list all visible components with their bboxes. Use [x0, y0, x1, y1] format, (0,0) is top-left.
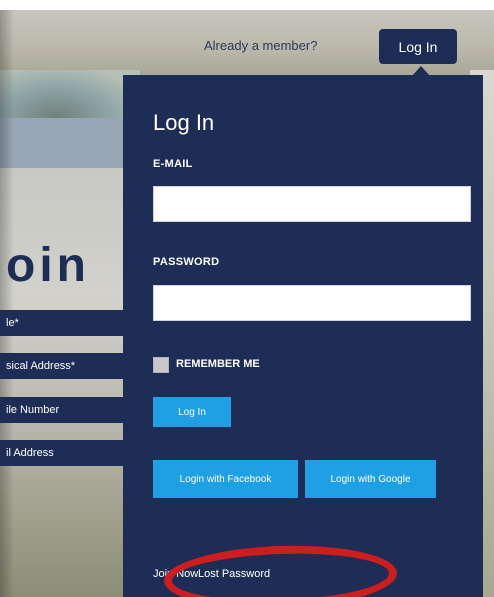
remember-me-label: REMEMBER ME — [176, 358, 260, 370]
mobile-number-field[interactable]: ile Number — [0, 397, 126, 423]
email-label: E-MAIL — [153, 158, 193, 170]
header-login-button[interactable]: Log In — [379, 29, 457, 64]
physical-address-field[interactable]: sical Address* — [0, 353, 126, 379]
password-input[interactable] — [153, 285, 471, 321]
name-field[interactable]: le* — [0, 310, 126, 336]
login-submit-button[interactable]: Log In — [153, 397, 231, 427]
login-with-google-button[interactable]: Login with Google — [305, 460, 436, 498]
login-panel-title: Log In — [153, 110, 215, 135]
background-land — [0, 168, 130, 597]
password-label: PASSWORD — [153, 256, 220, 268]
already-member-text: Already a member? — [204, 38, 318, 53]
login-panel — [123, 75, 483, 597]
email-address-field[interactable]: il Address — [0, 440, 126, 466]
top-edge — [0, 0, 494, 10]
background-band — [0, 118, 130, 168]
login-with-facebook-button[interactable]: Login with Facebook — [153, 460, 298, 498]
join-heading: oin — [6, 239, 90, 292]
background-vignette — [0, 0, 14, 597]
email-input[interactable] — [153, 186, 471, 222]
remember-me-checkbox[interactable] — [153, 357, 169, 373]
